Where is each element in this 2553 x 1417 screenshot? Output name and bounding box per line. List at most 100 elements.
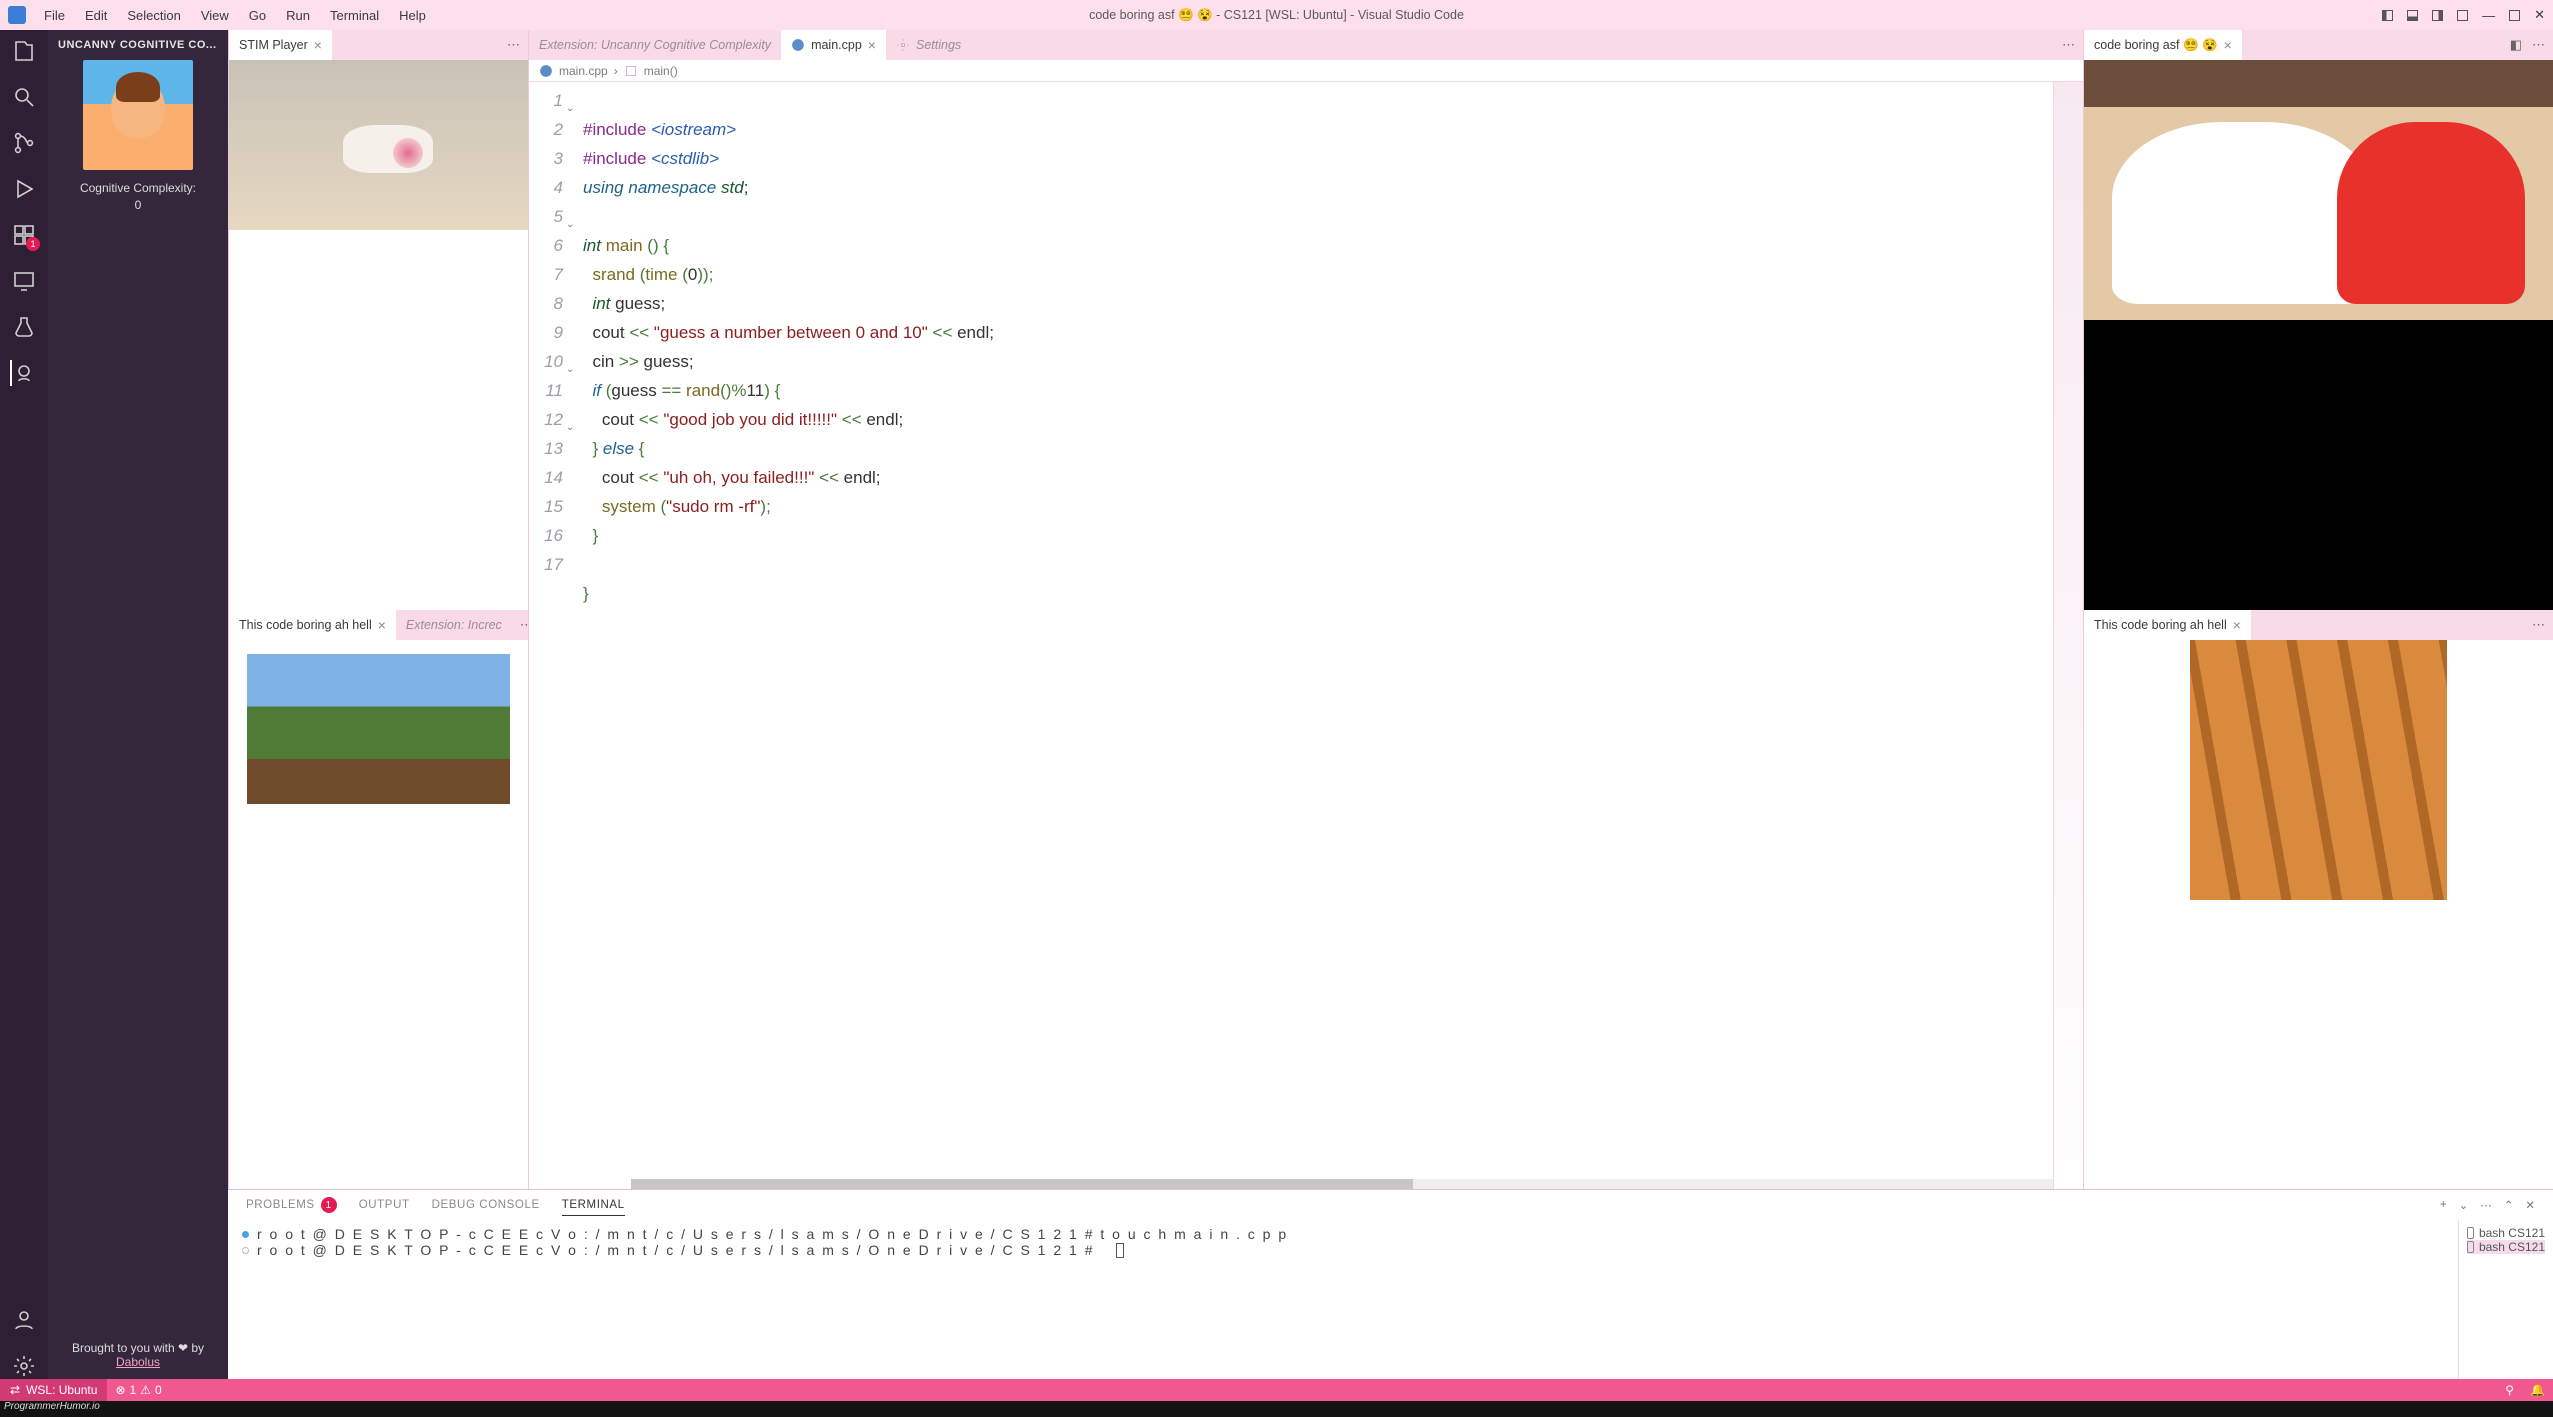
tab-boring-hell[interactable]: This code boring ah hell ×	[229, 610, 396, 640]
testing-icon[interactable]	[11, 314, 37, 340]
panel-tab-terminal[interactable]: TERMINAL	[562, 1199, 625, 1216]
fold-icon[interactable]: ⌄	[566, 210, 574, 239]
terminal-icon	[2467, 1227, 2474, 1239]
panel-tab-problems[interactable]: PROBLEMS 1	[246, 1197, 337, 1213]
editor-actions-icon[interactable]: ⋯	[512, 610, 528, 640]
horizontal-scrollbar[interactable]	[631, 1179, 2053, 1189]
customize-layout-icon[interactable]	[2457, 10, 2468, 21]
cognitive-caption: Cognitive Complexity: 0	[48, 170, 228, 224]
chevron-down-icon[interactable]: ⌄	[2459, 1198, 2469, 1212]
status-feedback-icon[interactable]: ⚲	[2497, 1383, 2522, 1397]
terminal-line: r o o t @ D E S K T O P - c C E E c V o …	[257, 1226, 1288, 1242]
tab-boring-hell-2[interactable]: This code boring ah hell ×	[2084, 610, 2251, 640]
terminal-list: bash CS121 bash CS121	[2458, 1220, 2553, 1379]
media-player-3[interactable]	[247, 654, 510, 804]
breadcrumb-symbol[interactable]: main()	[644, 64, 678, 78]
maximize-icon[interactable]	[2509, 10, 2520, 21]
menu-edit[interactable]: Edit	[77, 4, 115, 27]
cognitive-caption-label: Cognitive Complexity:	[54, 180, 222, 197]
fold-icon[interactable]: ⌄	[566, 94, 574, 123]
chevron-right-icon: ›	[614, 64, 618, 78]
credit-link[interactable]: Dabolus	[116, 1355, 160, 1369]
panel-tabs: PROBLEMS 1 OUTPUT DEBUG CONSOLE TERMINAL…	[228, 1190, 2553, 1220]
symbol-method-icon	[624, 64, 638, 78]
tab-ext-increc[interactable]: Extension: Increc	[396, 610, 512, 640]
maximize-panel-icon[interactable]: ⌃	[2504, 1198, 2514, 1212]
activity-bar: 1	[0, 30, 48, 1379]
error-count: 1	[130, 1383, 137, 1397]
extensions-icon[interactable]: 1	[11, 222, 37, 248]
editor-group-1: STIM Player × ⋯	[228, 30, 528, 610]
cpp-file-icon	[791, 38, 805, 52]
source-control-icon[interactable]	[11, 130, 37, 156]
terminal-entry[interactable]: bash CS121	[2467, 1240, 2545, 1254]
bottom-panel: PROBLEMS 1 OUTPUT DEBUG CONSOLE TERMINAL…	[228, 1189, 2553, 1379]
panel-tab-debug[interactable]: DEBUG CONSOLE	[432, 1199, 540, 1211]
breadcrumb-file[interactable]: main.cpp	[559, 64, 608, 78]
menu-go[interactable]: Go	[241, 4, 274, 27]
title-bar-controls: — ✕	[2382, 7, 2545, 23]
accounts-icon[interactable]	[11, 1307, 37, 1333]
search-icon[interactable]	[11, 84, 37, 110]
settings-gear-icon[interactable]	[11, 1353, 37, 1379]
media-player-4[interactable]	[2190, 640, 2448, 900]
tab-label: PROBLEMS	[246, 1199, 315, 1211]
menu-bar: File Edit Selection View Go Run Terminal…	[0, 0, 2553, 30]
panel-tab-output[interactable]: OUTPUT	[359, 1199, 410, 1211]
terminal-name: bash CS121	[2479, 1226, 2545, 1240]
minimize-icon[interactable]: —	[2482, 8, 2495, 23]
terminal[interactable]: r o o t @ D E S K T O P - c C E E c V o …	[228, 1220, 2458, 1379]
layout-panel-icon[interactable]	[2407, 10, 2418, 21]
editor-actions-icon[interactable]: ⋯	[499, 30, 528, 60]
close-panel-icon[interactable]: ✕	[2525, 1198, 2535, 1212]
remote-explorer-icon[interactable]	[11, 268, 37, 294]
menu-selection[interactable]: Selection	[119, 4, 188, 27]
tab-settings[interactable]: Settings	[886, 30, 971, 60]
close-icon[interactable]: ×	[2233, 617, 2241, 633]
watermark: ProgrammerHumor.io	[0, 1401, 2553, 1417]
problems-badge: 1	[321, 1197, 337, 1213]
close-icon[interactable]: ×	[2224, 37, 2232, 53]
code-editor[interactable]: #include <iostream> #include <cstdlib> u…	[575, 82, 2053, 1189]
menu-help[interactable]: Help	[391, 4, 434, 27]
breadcrumb[interactable]: main.cpp › main()	[529, 60, 2083, 82]
explorer-icon[interactable]	[11, 38, 37, 64]
minimap[interactable]	[2053, 82, 2083, 1189]
tab-stim-player[interactable]: STIM Player ×	[229, 30, 332, 60]
menu-view[interactable]: View	[193, 4, 237, 27]
menu-run[interactable]: Run	[278, 4, 318, 27]
close-icon[interactable]: ✕	[2534, 7, 2545, 23]
editor-actions-icon[interactable]: ◧⋯	[2502, 30, 2553, 60]
media-player-1[interactable]	[229, 60, 528, 230]
split-editor-icon[interactable]: ◧	[2510, 37, 2522, 53]
side-panel-title: UNCANNY COGNITIVE CO...	[48, 30, 228, 60]
status-problems[interactable]: ⊗1 ⚠0	[107, 1383, 169, 1397]
close-icon[interactable]: ×	[868, 37, 876, 53]
tab-ext-uncanny[interactable]: Extension: Uncanny Cognitive Complexity	[529, 30, 781, 60]
editor-actions-icon[interactable]: ⋯	[2524, 610, 2553, 640]
terminal-cursor	[1116, 1243, 1124, 1258]
tab-label: main.cpp	[811, 38, 862, 52]
menu-terminal[interactable]: Terminal	[322, 4, 387, 27]
editor-actions-icon[interactable]: ⋯	[2054, 30, 2083, 60]
status-remote[interactable]: ⇄ WSL: Ubuntu	[0, 1379, 107, 1401]
status-bell-icon[interactable]: 🔔	[2522, 1383, 2553, 1397]
editor-group-5: This code boring ah hell × ⋯	[2083, 610, 2553, 1190]
fold-icon[interactable]: ⌄	[566, 413, 574, 442]
menu-file[interactable]: File	[36, 4, 73, 27]
close-icon[interactable]: ×	[378, 617, 386, 633]
extension-custom-icon[interactable]	[10, 360, 36, 386]
tab-main-cpp[interactable]: main.cpp ×	[781, 30, 886, 60]
fold-icon[interactable]: ⌄	[566, 355, 574, 384]
close-icon[interactable]: ×	[314, 37, 322, 53]
terminal-entry[interactable]: bash CS121	[2467, 1226, 2545, 1240]
more-icon[interactable]: ⋯	[2480, 1198, 2492, 1212]
layout-sidebar-right-icon[interactable]	[2432, 10, 2443, 21]
line-gutter: 1⌄ 234 5⌄ 6789 10⌄ 11 12⌄ 13141516 17	[529, 82, 575, 1189]
layout-sidebar-left-icon[interactable]	[2382, 10, 2393, 21]
media-player-2[interactable]	[2084, 60, 2553, 320]
tab-label: Extension: Increc	[406, 618, 502, 632]
run-debug-icon[interactable]	[11, 176, 37, 202]
tab-code-boring[interactable]: code boring asf 😵‍💫 😵 ×	[2084, 30, 2242, 60]
new-terminal-icon[interactable]: +	[2440, 1199, 2447, 1211]
